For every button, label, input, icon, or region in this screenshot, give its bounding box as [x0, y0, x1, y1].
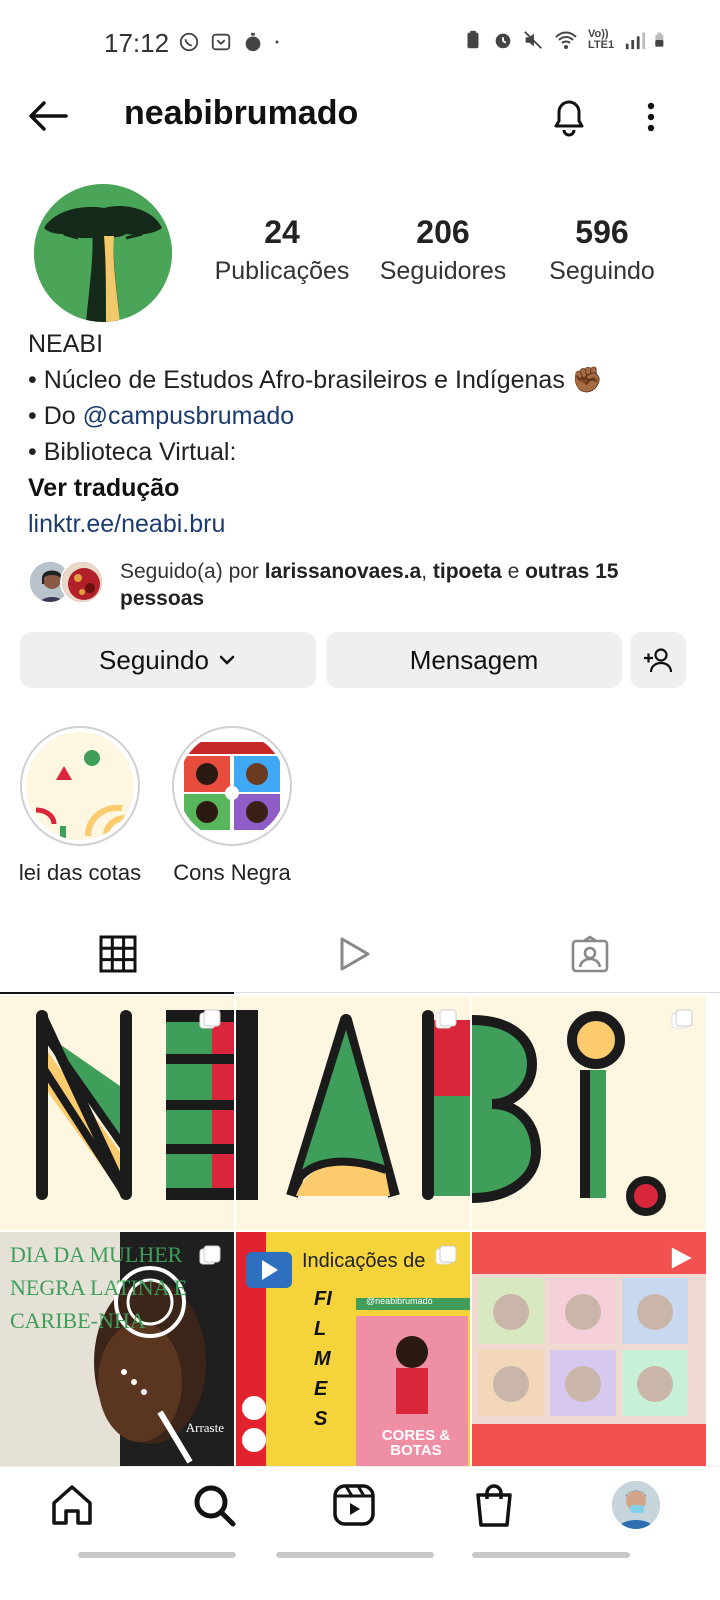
following-count: 596	[575, 214, 629, 250]
post-thumbnail[interactable]	[0, 996, 234, 1230]
posts-grid: DIA DA MULHER NEGRA LATINA E CARIBE-NHA …	[0, 996, 720, 1466]
more-vertical-icon[interactable]	[636, 94, 666, 140]
mute-icon	[524, 31, 542, 49]
profile-bio: NEABI • Núcleo de Estudos Afro-brasileir…	[28, 326, 698, 542]
bio-line-3: • Biblioteca Virtual:	[28, 438, 237, 466]
highlight-ring	[20, 726, 140, 846]
highlight-ring	[172, 726, 292, 846]
highlight-cover	[26, 732, 134, 840]
multiple-photos-icon	[199, 1245, 221, 1265]
followers-count: 206	[416, 214, 470, 250]
highlight-label: Cons Negra	[173, 860, 291, 885]
profile-avatar[interactable]	[34, 184, 172, 322]
dot-icon	[275, 40, 279, 44]
follower-avatar	[60, 560, 104, 604]
stat-posts[interactable]: 24 Publicações	[206, 214, 358, 286]
tab-tagged[interactable]	[472, 914, 708, 994]
bio-line-2-prefix: • Do	[28, 402, 83, 430]
status-right-icons: Vo)) LTE1	[462, 28, 670, 52]
followed-by[interactable]: Seguido(a) por larissanovaes.a, tipoeta …	[28, 558, 708, 614]
posts-label: Publicações	[214, 257, 350, 285]
followers-label: Seguidores	[379, 257, 507, 285]
post-title: DIA DA MULHER NEGRA LATINA E CARIBE-NHA	[10, 1242, 188, 1333]
bio-line-2: • Do @campusbrumado	[28, 398, 698, 434]
whatsapp-icon	[179, 32, 199, 52]
pocket-icon	[211, 33, 231, 51]
followed-and: e	[501, 560, 526, 583]
signal-icon	[625, 32, 646, 50]
post-thumbnail[interactable]: Indicações de FILMES @neabibrumado CORES…	[236, 1232, 470, 1466]
timer-icon	[245, 32, 261, 52]
arrow-left-icon[interactable]	[24, 94, 72, 138]
followed-by-text: Seguido(a) por larissanovaes.a, tipoeta …	[120, 558, 660, 612]
stat-following[interactable]: 596 Seguindo	[532, 214, 672, 286]
status-bar: 17:12 Vo)) LTE1	[0, 0, 720, 86]
following-button[interactable]: Seguindo	[20, 632, 316, 688]
followed-prefix: Seguido(a) por	[120, 560, 265, 583]
search-icon[interactable]	[190, 1481, 238, 1529]
wifi-icon	[555, 31, 577, 49]
profile-tabs	[0, 914, 720, 994]
multiple-photos-icon	[671, 1009, 693, 1029]
baobab-tree-logo	[34, 184, 172, 322]
followed-user-2[interactable]: tipoeta	[433, 560, 502, 583]
reel-play-icon	[671, 1247, 692, 1269]
post-swipe-hint: Arraste	[185, 1420, 224, 1435]
see-translation-link[interactable]: Ver tradução	[28, 470, 698, 506]
profile-username: neabibrumado	[124, 94, 359, 132]
profile-avatar-nav[interactable]	[612, 1481, 660, 1529]
multiple-photos-icon	[435, 1245, 457, 1265]
tab-reels[interactable]	[236, 914, 472, 994]
post-thumbnail[interactable]: DIA DA MULHER NEGRA LATINA E CARIBE-NHA …	[0, 1232, 234, 1466]
post-handle: @neabibrumado	[366, 1296, 433, 1306]
followed-sep: ,	[421, 560, 433, 583]
reels-play-icon	[340, 937, 370, 971]
post-thumbnail[interactable]	[472, 996, 706, 1230]
stat-followers[interactable]: 206 Seguidores	[372, 214, 514, 286]
following-label: Seguindo	[549, 257, 655, 285]
post-subtitle: FILMES	[314, 1288, 332, 1430]
gesture-bar	[78, 1552, 236, 1558]
tagged-person-icon	[571, 935, 609, 973]
highlight-cover	[178, 732, 286, 840]
multiple-photos-icon	[435, 1009, 457, 1029]
post-movie-title: CORES & BOTAS	[381, 1427, 451, 1459]
story-highlight[interactable]: lei das cotas	[14, 726, 146, 886]
add-person-icon	[644, 648, 673, 673]
followed-user-1[interactable]: larissanovaes.a	[265, 560, 421, 583]
chevron-down-icon	[219, 655, 235, 665]
post-thumbnail[interactable]	[236, 996, 470, 1230]
bottom-navigation	[0, 1466, 720, 1546]
posts-count: 24	[264, 214, 300, 250]
highlight-label: lei das cotas	[18, 860, 142, 885]
network-label: Vo)) LTE1	[588, 28, 615, 51]
bell-icon[interactable]	[546, 94, 592, 140]
gesture-bar	[472, 1552, 630, 1558]
post-title: Indicações de	[302, 1250, 426, 1272]
active-tab-indicator	[0, 992, 234, 994]
post-thumbnail[interactable]	[472, 1232, 706, 1466]
reels-icon[interactable]	[330, 1481, 378, 1529]
grid-icon	[99, 935, 137, 973]
alarm-icon	[495, 33, 511, 49]
story-highlight[interactable]: Cons Negra	[170, 726, 294, 886]
bio-external-link[interactable]: linktr.ee/neabi.bru	[28, 506, 698, 542]
bio-name: NEABI	[28, 330, 104, 358]
status-time: 17:12	[104, 28, 170, 58]
battery-icon	[655, 32, 664, 47]
bio-mention-link[interactable]: @campusbrumado	[83, 402, 295, 430]
status-left-icons	[178, 30, 286, 54]
message-button-label: Mensagem	[409, 644, 539, 675]
bio-line-1: • Núcleo de Estudos Afro-brasileiros e I…	[28, 366, 603, 394]
home-icon[interactable]	[48, 1481, 96, 1529]
add-person-button[interactable]	[630, 632, 686, 688]
top-bar: neabibrumado	[0, 86, 720, 146]
message-button[interactable]: Mensagem	[326, 632, 622, 688]
gesture-bar	[276, 1552, 434, 1558]
tab-posts-grid[interactable]	[0, 914, 236, 994]
battery-saver-icon	[467, 30, 479, 49]
shopping-bag-icon[interactable]	[470, 1481, 518, 1529]
following-button-label: Seguindo	[99, 644, 209, 675]
multiple-photos-icon	[199, 1009, 221, 1029]
